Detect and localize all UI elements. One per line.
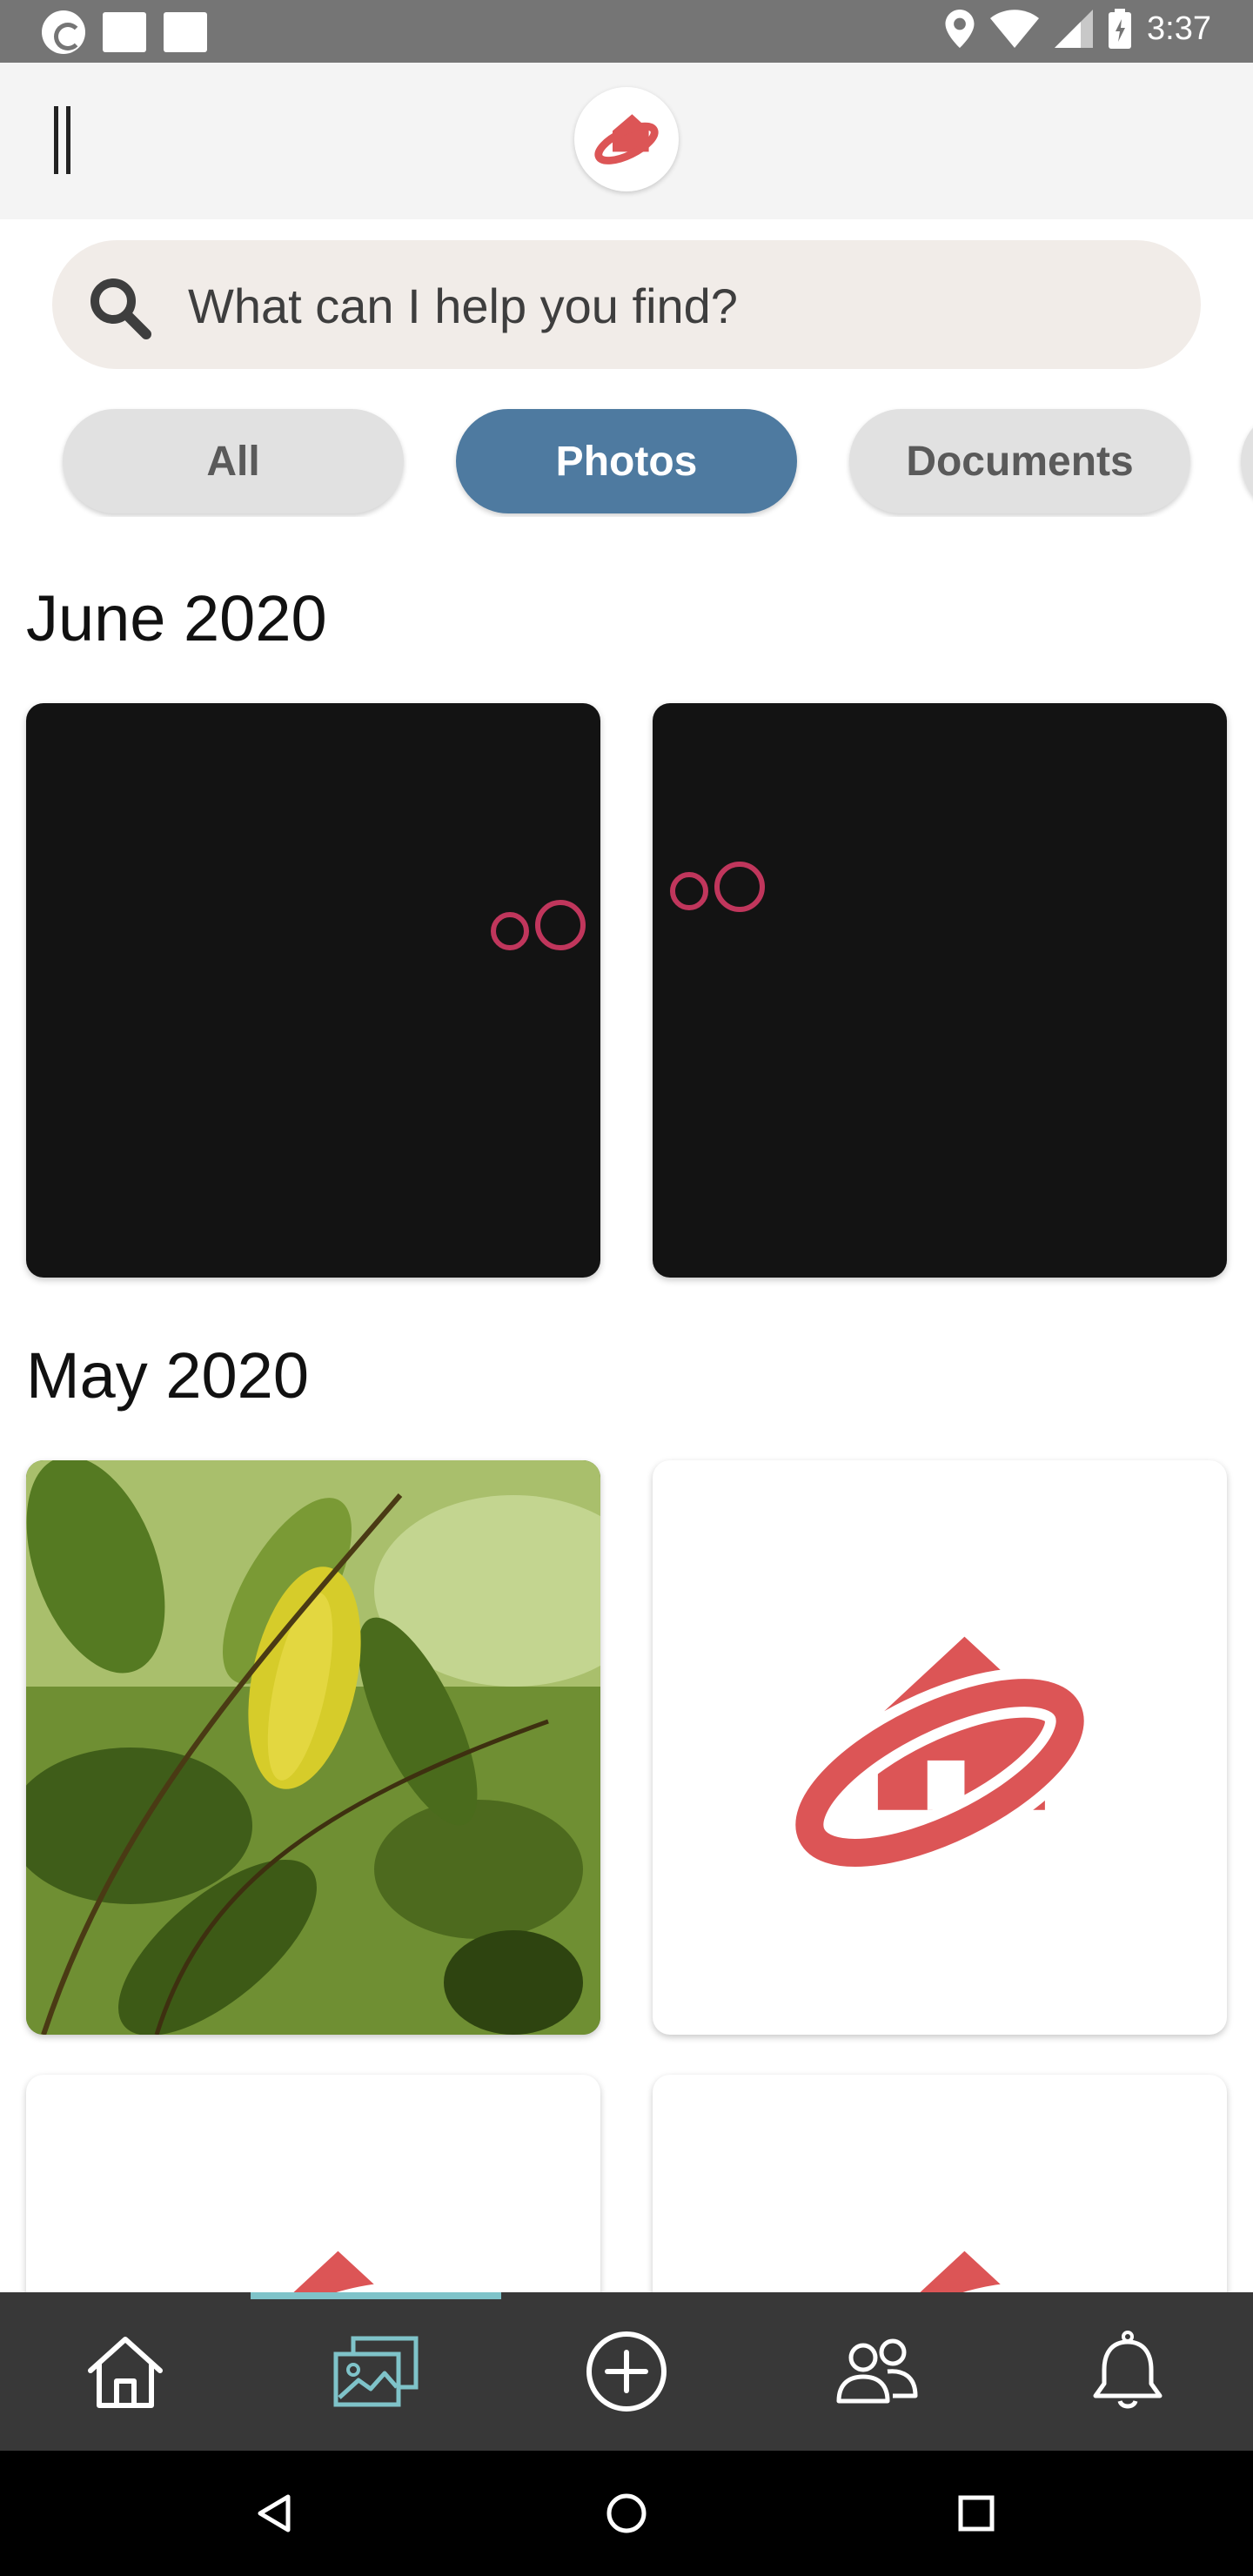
photos-icon	[333, 2336, 419, 2407]
logo-icon	[594, 114, 659, 164]
back-button[interactable]	[244, 2482, 306, 2545]
app-bar	[0, 63, 1253, 219]
nav-home[interactable]	[0, 2292, 251, 2451]
back-icon	[258, 2494, 291, 2532]
add-icon	[586, 2331, 667, 2412]
notification-icon	[103, 12, 146, 52]
home-system-button[interactable]	[595, 2482, 658, 2545]
notification-icon	[164, 12, 207, 52]
location-icon	[945, 10, 975, 48]
status-time: 3:37	[1147, 10, 1211, 47]
people-icon	[836, 2338, 918, 2404]
nav-people[interactable]	[752, 2292, 1002, 2451]
wifi-icon	[990, 10, 1040, 48]
filter-chip-photos[interactable]: Photos	[456, 409, 797, 513]
status-bar: 3:37	[0, 0, 1253, 63]
app-logo[interactable]	[574, 87, 679, 191]
nav-photos[interactable]	[251, 2292, 501, 2451]
nav-notifications[interactable]	[1002, 2292, 1253, 2451]
sync-icon	[42, 10, 85, 54]
home-circle-icon	[606, 2493, 647, 2533]
rings-image	[670, 862, 765, 912]
document-card[interactable]	[653, 1460, 1227, 2035]
bottom-navigation	[0, 2292, 1253, 2451]
placeholder-logo-icon	[784, 1636, 1096, 1878]
menu-button[interactable]	[49, 106, 84, 176]
search-icon	[90, 278, 151, 339]
photo-card[interactable]	[26, 1460, 600, 2035]
section-title-may: May 2020	[26, 1339, 309, 1412]
search-bar[interactable]	[52, 240, 1201, 369]
section-title-june: June 2020	[26, 582, 327, 654]
system-navigation-bar	[0, 2451, 1253, 2576]
photo-card[interactable]	[26, 703, 600, 1278]
recents-icon	[958, 2495, 995, 2532]
battery-icon	[1109, 9, 1132, 49]
filter-chip-more[interactable]	[1241, 409, 1253, 513]
filter-chips: All Photos Documents	[0, 407, 1253, 517]
photo-card[interactable]	[653, 703, 1227, 1278]
home-icon	[88, 2337, 163, 2408]
signal-icon	[1055, 10, 1094, 48]
leaves-photo	[26, 1460, 600, 2035]
recents-button[interactable]	[945, 2482, 1008, 2545]
bell-icon	[1093, 2331, 1163, 2409]
search-input[interactable]	[188, 275, 1145, 336]
filter-chip-documents[interactable]: Documents	[849, 409, 1190, 513]
nav-add[interactable]	[501, 2292, 752, 2451]
filter-chip-all[interactable]: All	[63, 409, 404, 513]
rings-image	[491, 900, 586, 950]
